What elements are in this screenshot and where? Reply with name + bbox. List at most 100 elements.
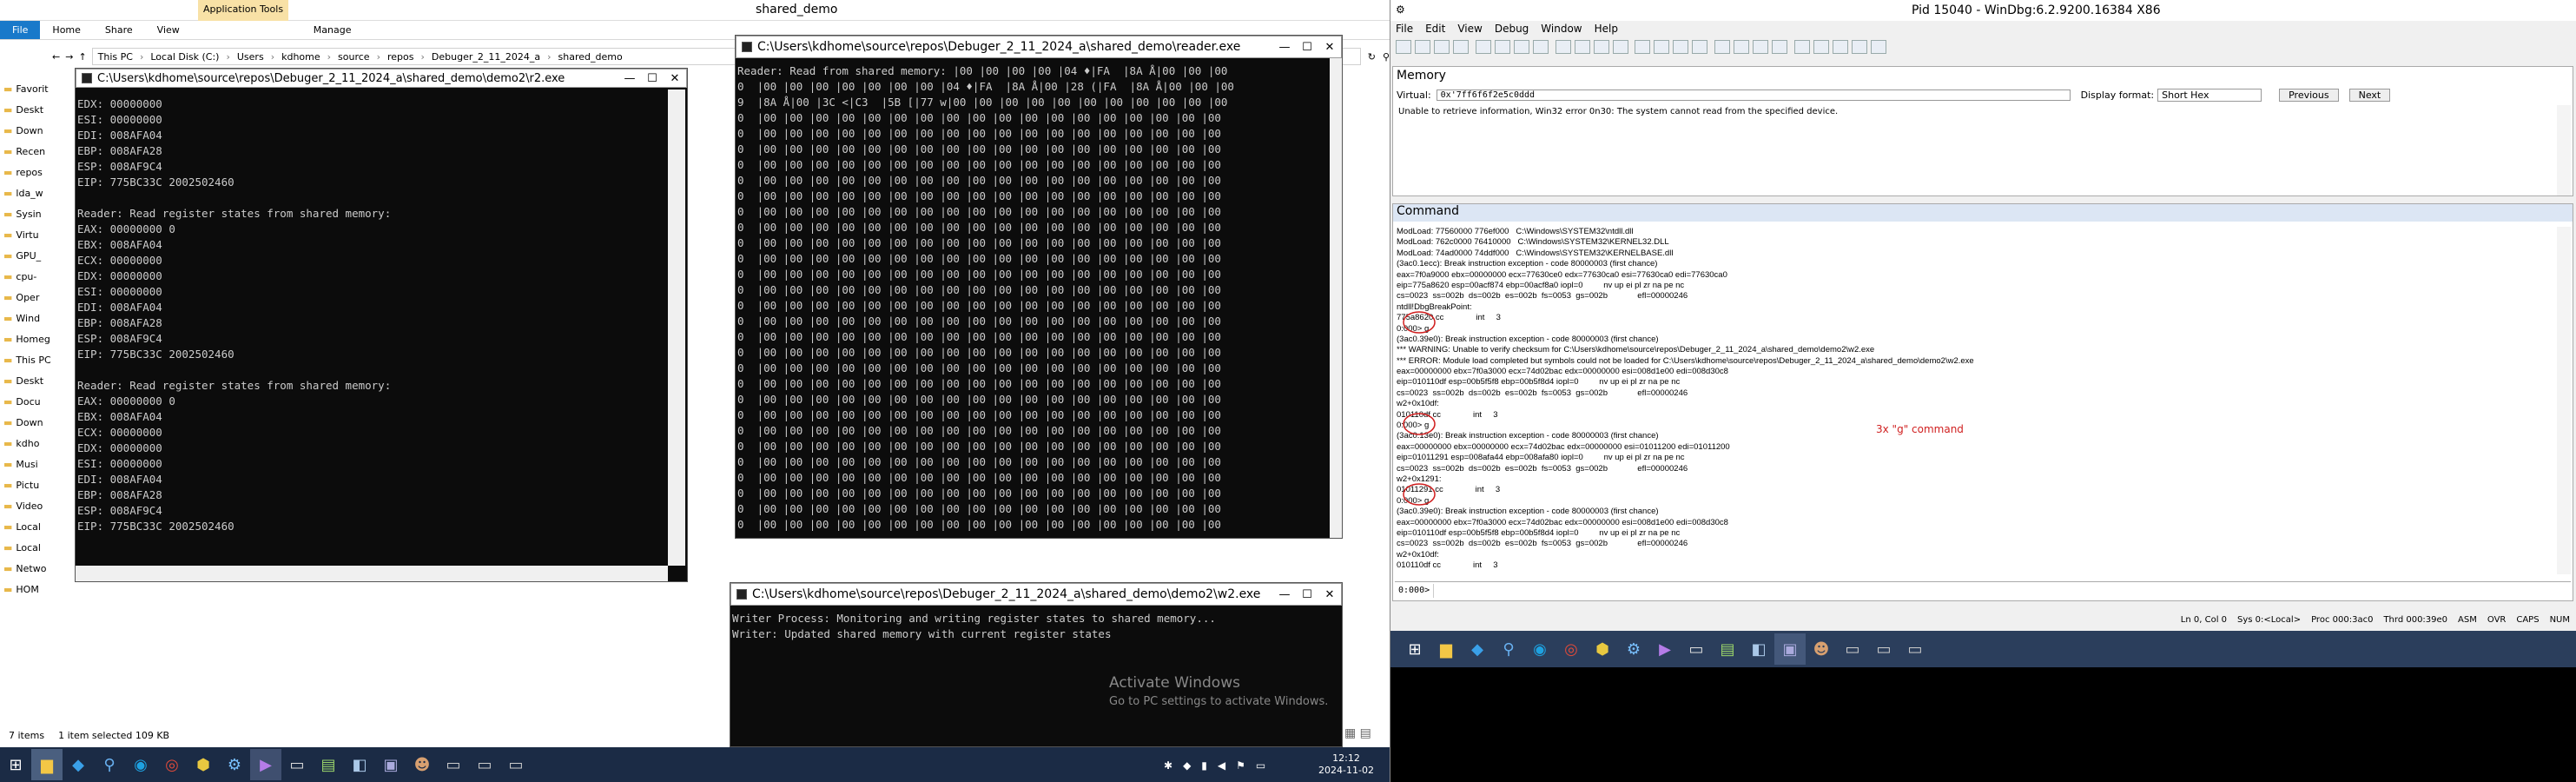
run-to-cursor-icon[interactable]: [1612, 40, 1628, 54]
nav-item[interactable]: ▬ Virtu: [0, 224, 73, 245]
close-button[interactable]: ✕: [1318, 588, 1341, 601]
python-icon[interactable]: ⬢: [1587, 633, 1618, 665]
menu-item-view[interactable]: View: [1457, 23, 1482, 38]
maximize-button[interactable]: ☐: [1296, 41, 1318, 54]
search-icon[interactable]: ⚲: [94, 749, 125, 780]
r2-hscrollbar[interactable]: [76, 566, 668, 581]
breadcrumb-item[interactable]: Local Disk (C:): [150, 51, 219, 63]
bluetooth-icon[interactable]: ✱: [1164, 759, 1172, 772]
menu-item-edit[interactable]: Edit: [1425, 23, 1445, 38]
network-icon[interactable]: ▮: [1201, 759, 1207, 772]
nav-item[interactable]: ▬ Wind: [0, 308, 73, 328]
menu-item-debug[interactable]: Debug: [1495, 23, 1529, 38]
visual-studio-icon[interactable]: ▶: [1649, 633, 1681, 665]
search-icon[interactable]: ⚲: [1383, 51, 1390, 63]
break-icon[interactable]: [1532, 40, 1549, 54]
nav-item[interactable]: ▬ Favorit: [0, 78, 73, 99]
command-input[interactable]: [1433, 583, 2571, 598]
go-icon[interactable]: [1475, 40, 1491, 54]
nav-item[interactable]: ▬ Down: [0, 120, 73, 141]
browser-icon[interactable]: ◉: [125, 749, 156, 780]
nav-item[interactable]: ▬ Video: [0, 495, 73, 516]
back-icon[interactable]: ←: [52, 51, 60, 63]
nav-item[interactable]: ▬ Musi: [0, 454, 73, 474]
nav-item[interactable]: ▬ Recen: [0, 141, 73, 162]
breadcrumb-item[interactable]: repos: [387, 51, 414, 63]
file-explorer-icon[interactable]: ▆: [1430, 633, 1462, 665]
search-icon[interactable]: ⚲: [1493, 633, 1524, 665]
tab-view[interactable]: View: [145, 21, 192, 39]
nav-item[interactable]: ▬ Homeg: [0, 328, 73, 349]
r2-scrollbar[interactable]: [668, 89, 685, 566]
window-thumb-icon[interactable]: ▭: [1837, 633, 1868, 665]
source-mode-icon[interactable]: [1833, 40, 1849, 54]
memory-icon[interactable]: [1734, 40, 1750, 54]
console-icon[interactable]: ▭: [1681, 633, 1712, 665]
tab-file[interactable]: File: [0, 21, 41, 39]
minimize-button[interactable]: —: [1273, 41, 1296, 54]
nav-item[interactable]: ▬ Netwo: [0, 558, 73, 579]
nav-item[interactable]: ▬ GPU_: [0, 245, 73, 266]
notepad-icon[interactable]: ▤: [1712, 633, 1743, 665]
breadcrumb-item[interactable]: Debuger_2_11_2024_a: [432, 51, 540, 63]
console-icon[interactable]: ▭: [281, 749, 313, 780]
shield-icon[interactable]: ◆: [1183, 759, 1191, 772]
keyboard-icon[interactable]: ▭: [1256, 759, 1265, 772]
minimize-button[interactable]: —: [1273, 588, 1296, 601]
forward-icon[interactable]: →: [65, 51, 73, 63]
tab-home[interactable]: Home: [40, 21, 92, 39]
restart-icon[interactable]: [1494, 40, 1510, 54]
nav-item[interactable]: ▬ Sysin: [0, 203, 73, 224]
next-button[interactable]: Next: [2348, 88, 2391, 102]
close-button[interactable]: ✕: [664, 72, 686, 85]
window-thumb-icon[interactable]: ▭: [500, 749, 532, 780]
window-thumb-icon[interactable]: ▭: [1899, 633, 1931, 665]
window-thumb-icon[interactable]: ▭: [1868, 633, 1899, 665]
breadcrumb-item[interactable]: shared_demo: [558, 51, 623, 63]
explorer-titlebar[interactable]: Application Tools shared_demo: [0, 0, 1390, 21]
memory-scrollbar[interactable]: [2557, 105, 2571, 196]
window-thumb-icon[interactable]: ▭: [438, 749, 469, 780]
edge-icon[interactable]: ◆: [1462, 633, 1493, 665]
registers-icon[interactable]: [1714, 40, 1731, 54]
breadcrumb-item[interactable]: Users: [237, 51, 264, 63]
paste-icon[interactable]: [1453, 40, 1469, 54]
nav-item[interactable]: ▬ This PC: [0, 349, 73, 370]
locals-icon[interactable]: [1692, 40, 1708, 54]
nav-item[interactable]: ▬ repos: [0, 162, 73, 182]
copy-icon[interactable]: [1434, 40, 1450, 54]
display-format-select[interactable]: Short Hex: [2157, 88, 2262, 102]
windows-start-icon[interactable]: ⊞: [1399, 633, 1430, 665]
edge-icon[interactable]: ◆: [63, 749, 94, 780]
watch-icon[interactable]: [1673, 40, 1689, 54]
maximize-button[interactable]: ☐: [1296, 588, 1318, 601]
tab-manage[interactable]: Manage: [192, 21, 364, 39]
callstack-icon[interactable]: [1753, 40, 1769, 54]
scratch-icon[interactable]: [1794, 40, 1811, 54]
portrait-icon[interactable]: ☻: [406, 749, 438, 780]
reader-scrollbar[interactable]: [1330, 58, 1342, 538]
stop-icon[interactable]: [1513, 40, 1529, 54]
tab-share[interactable]: Share: [93, 21, 145, 39]
breadcrumb-item[interactable]: This PC: [98, 51, 133, 63]
processes-icon[interactable]: [1813, 40, 1830, 54]
r2-console-output[interactable]: EDX: 00000000 ESI: 00000000 EDI: 008AFA04 E…: [77, 96, 664, 566]
windbg-icon[interactable]: ▣: [1774, 633, 1806, 665]
windbg-icon[interactable]: ▣: [375, 749, 406, 780]
breadcrumb-item[interactable]: source: [338, 51, 370, 63]
python-icon[interactable]: ⬢: [188, 749, 219, 780]
tool-icon[interactable]: ◧: [344, 749, 375, 780]
nav-item[interactable]: ▬ Oper: [0, 287, 73, 308]
chrome-icon[interactable]: ◎: [1556, 633, 1587, 665]
nav-item[interactable]: ▬ Local: [0, 537, 73, 558]
file-explorer-icon[interactable]: ▆: [31, 749, 63, 780]
breakpoint-icon[interactable]: [1635, 40, 1651, 54]
menu-item-file[interactable]: File: [1396, 23, 1413, 38]
visual-studio-icon[interactable]: ▶: [250, 749, 281, 780]
nav-item[interactable]: ▬ lda_w: [0, 182, 73, 203]
reader-titlebar[interactable]: C:\Users\kdhome\source\repos\Debuger_2_1…: [736, 36, 1342, 58]
nav-item[interactable]: ▬ Pictu: [0, 474, 73, 495]
chrome-icon[interactable]: ◎: [156, 749, 188, 780]
notepad-icon[interactable]: ▤: [313, 749, 344, 780]
window-thumb-icon[interactable]: ▭: [469, 749, 500, 780]
